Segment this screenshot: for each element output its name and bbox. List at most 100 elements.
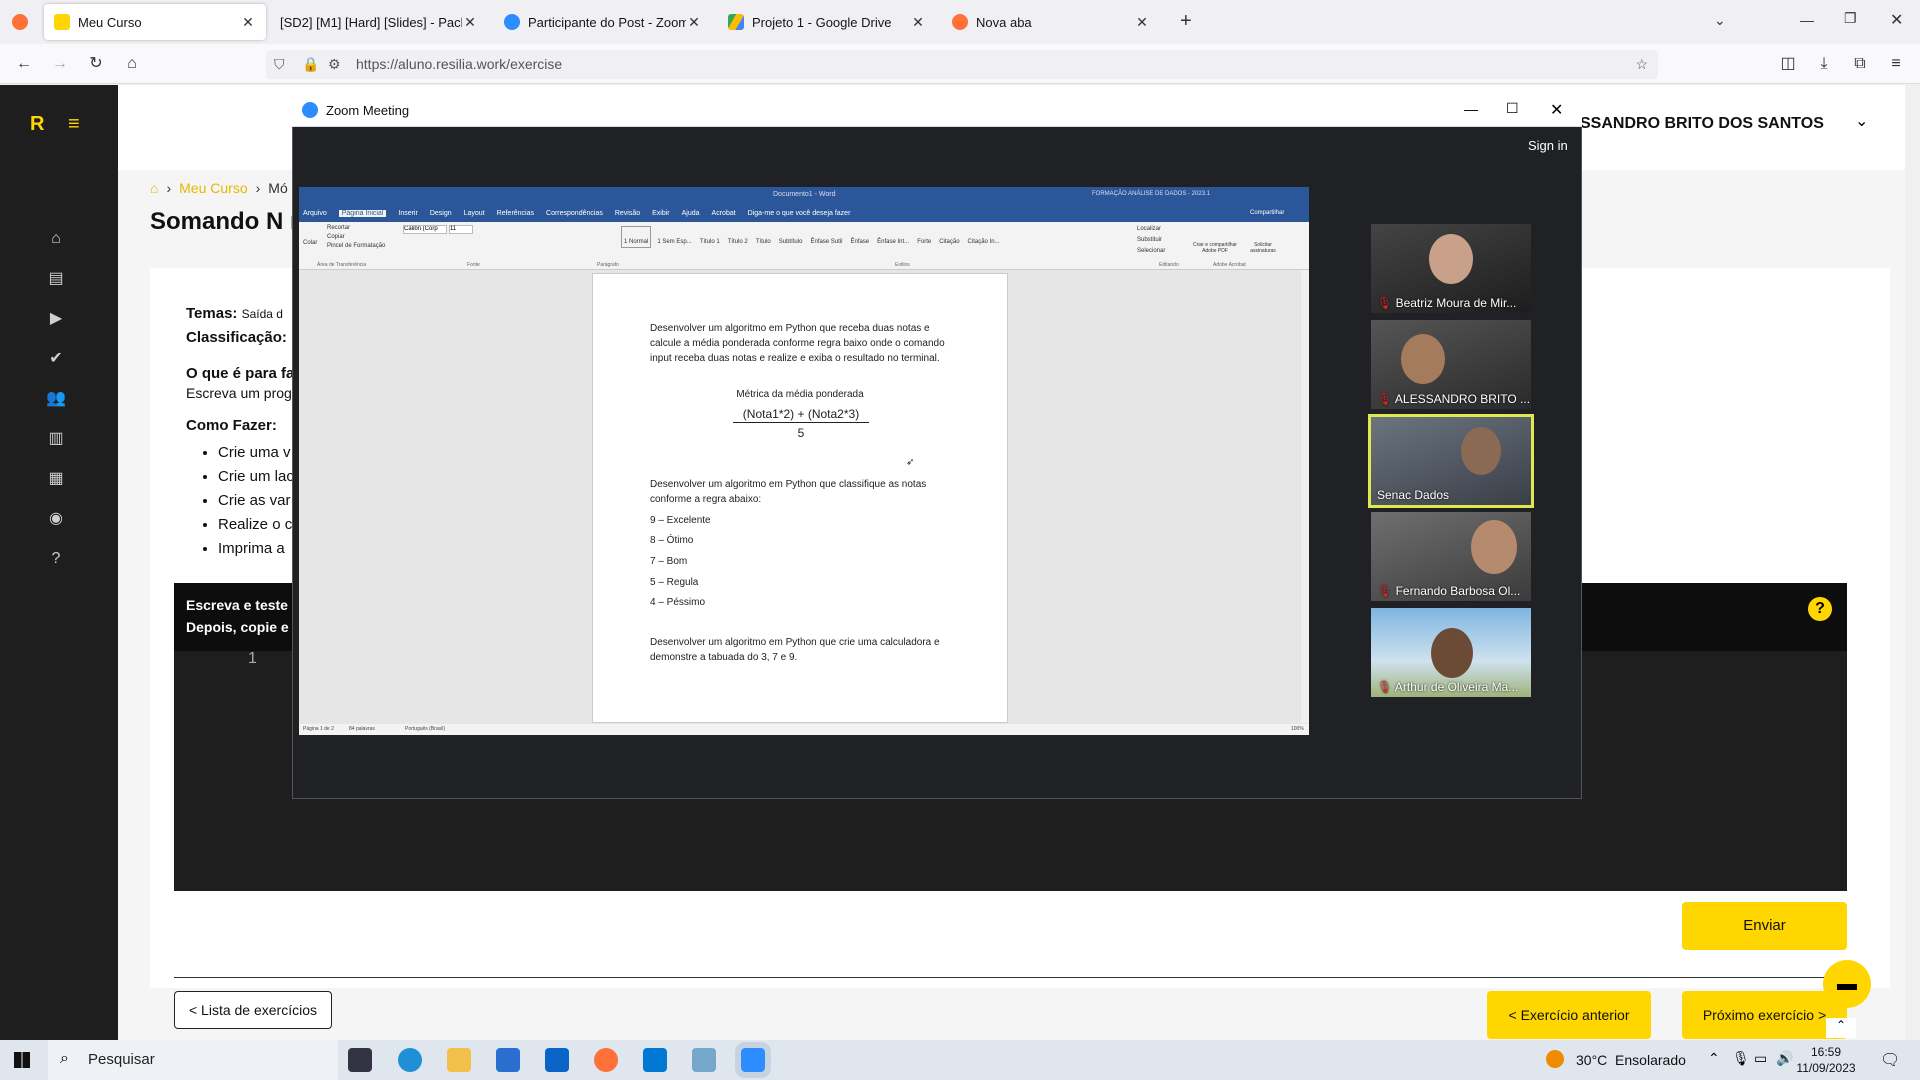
users-icon[interactable]: 👥	[46, 389, 66, 409]
vscode-icon[interactable]	[643, 1048, 667, 1072]
font-size-selector[interactable]: 11	[449, 225, 473, 234]
word-menu-item[interactable]: Arquivo	[303, 210, 327, 217]
close-icon[interactable]: ✕	[1134, 14, 1150, 31]
clipboard-check-icon[interactable]: ✔	[46, 349, 66, 369]
page-scrollbar[interactable]	[1905, 85, 1920, 1040]
participant-tile[interactable]: 🎙 Fernando Barbosa Ol...	[1371, 512, 1531, 601]
notifications-icon[interactable]: 🗨	[1880, 1050, 1900, 1070]
hamburger-icon[interactable]: ≡	[68, 113, 80, 136]
word-menu-item[interactable]: Design	[430, 210, 452, 217]
style-item[interactable]: 1 Sem Esp...	[655, 226, 693, 248]
close-icon[interactable]: ✕	[462, 14, 478, 31]
style-item[interactable]: Ênfase Int...	[875, 226, 911, 248]
word-menu-item[interactable]: Diga-me o que você deseja fazer	[748, 210, 851, 217]
chart-icon[interactable]: ▥	[46, 429, 66, 449]
forward-icon[interactable]: →	[48, 52, 72, 76]
word-menu-item[interactable]: Correspondências	[546, 210, 603, 217]
word-menu-item[interactable]: Exibir	[652, 210, 670, 217]
style-item[interactable]: Título	[754, 226, 773, 248]
style-item[interactable]: Ênfase	[848, 226, 871, 248]
font-selector[interactable]: Calibri (Corp	[403, 225, 447, 234]
menu-icon[interactable]: ≡	[1884, 52, 1908, 76]
pocket-icon[interactable]: ◫	[1776, 52, 1800, 76]
minimize-icon[interactable]: —	[1464, 101, 1478, 117]
bookmark-star-icon[interactable]: ☆	[1635, 50, 1648, 79]
new-tab-icon[interactable]: +	[1180, 10, 1192, 33]
clock[interactable]: 16:59 11/09/2023	[1796, 1044, 1856, 1076]
zoom-sign-in[interactable]: Sign in	[1528, 138, 1568, 153]
word-menu-item[interactable]: Ajuda	[682, 210, 700, 217]
close-icon[interactable]: ✕	[240, 14, 256, 31]
close-icon[interactable]: ✕	[910, 14, 926, 31]
style-item[interactable]: Título 1	[698, 226, 722, 248]
taskbar-search[interactable]: ⌕ Pesquisar	[48, 1040, 338, 1080]
close-window-icon[interactable]: ✕	[1890, 10, 1903, 30]
style-item[interactable]: Forte	[915, 226, 933, 248]
network-icon[interactable]: ▭	[1754, 1050, 1767, 1067]
style-item[interactable]: Título 2	[726, 226, 750, 248]
tab-nova-aba[interactable]: Nova aba ✕	[942, 4, 1160, 40]
scroll-up-icon[interactable]: ⌃	[1826, 1018, 1856, 1038]
style-item[interactable]: Ênfase Sutil	[808, 226, 844, 248]
home-icon[interactable]: ⌂	[150, 180, 158, 196]
microphone-icon[interactable]: 🎙	[1732, 1050, 1750, 1067]
help-button[interactable]: ?	[1808, 597, 1832, 621]
tab-list-chevron-icon[interactable]: ⌄	[1714, 12, 1726, 29]
restore-icon[interactable]: ❐	[1844, 10, 1857, 27]
tab-drive[interactable]: Projeto 1 - Google Drive ✕	[718, 4, 936, 40]
windows-start-icon[interactable]	[14, 1052, 30, 1068]
word-menu-item[interactable]: Página Inicial	[338, 210, 387, 217]
firefox-icon[interactable]	[12, 14, 28, 30]
style-item[interactable]: Subtítulo	[777, 226, 805, 248]
logo[interactable]: R	[30, 113, 44, 136]
word-menu-item[interactable]: Inserir	[398, 210, 417, 217]
tab-zoom[interactable]: Participante do Post - Zoom ✕	[494, 4, 712, 40]
breadcrumb-meu-curso[interactable]: Meu Curso	[179, 180, 247, 196]
book-icon[interactable]: ▤	[46, 269, 66, 289]
word-menu-item[interactable]: Referências	[497, 210, 534, 217]
back-icon[interactable]: ←	[12, 52, 36, 76]
url-bar[interactable]: ⛉ 🔒 ⚙ https://aluno.resilia.work/exercis…	[266, 50, 1658, 79]
close-icon[interactable]: ✕	[686, 14, 702, 31]
participant-tile-active-speaker[interactable]: Senac Dados	[1368, 414, 1534, 508]
send-button[interactable]: Enviar	[1682, 902, 1847, 950]
word-scrollbar[interactable]	[1301, 270, 1309, 723]
maximize-icon[interactable]: ☐	[1506, 100, 1519, 117]
previous-exercise-button[interactable]: < Exercício anterior	[1487, 991, 1651, 1039]
style-item[interactable]: Citação	[937, 226, 961, 248]
document-icon[interactable]: ▦	[46, 469, 66, 489]
help-icon[interactable]: ?	[46, 549, 66, 569]
tab-slides[interactable]: [SD2] [M1] [Hard] [Slides] - Pack 2 - ✕	[270, 4, 488, 40]
mail-icon[interactable]	[545, 1048, 569, 1072]
firefox-icon[interactable]	[594, 1048, 618, 1072]
edge-icon[interactable]	[398, 1048, 422, 1072]
style-item[interactable]: Citação In...	[966, 226, 1002, 248]
store-icon[interactable]	[496, 1048, 520, 1072]
user-circle-icon[interactable]: ◉	[46, 509, 66, 529]
user-menu-chevron-icon[interactable]: ⌄	[1855, 111, 1868, 131]
word-share[interactable]: Compartilhar	[1250, 210, 1284, 216]
tray-chevron-icon[interactable]: ⌃	[1708, 1050, 1720, 1067]
word-menu-item[interactable]: Acrobat	[712, 210, 736, 217]
close-icon[interactable]: ✕	[1550, 100, 1563, 120]
next-exercise-button[interactable]: Próximo exercício >	[1682, 991, 1847, 1039]
task-view-icon[interactable]	[348, 1048, 372, 1072]
video-icon[interactable]: ▶	[46, 309, 66, 329]
downloads-icon[interactable]: ⤓	[1812, 52, 1836, 76]
word-menu-item[interactable]: Layout	[464, 210, 485, 217]
file-explorer-icon[interactable]	[447, 1048, 471, 1072]
extensions-icon[interactable]: ⧉	[1848, 52, 1872, 76]
participant-tile[interactable]: 🎙 ALESSANDRO BRITO ...	[1371, 320, 1531, 409]
chat-bubble-icon[interactable]: ▬	[1823, 960, 1871, 1008]
participant-tile[interactable]: 🎙 Beatriz Moura de Mir...	[1371, 224, 1531, 313]
home-icon[interactable]: ⌂	[120, 52, 144, 76]
participant-tile[interactable]: 🎙 Arthur de Oliveira Ma...	[1371, 608, 1531, 697]
weather-text[interactable]: 30°C Ensolarado	[1576, 1052, 1686, 1068]
breadcrumb-modulo[interactable]: Mó	[268, 180, 287, 196]
volume-icon[interactable]: 🔊	[1776, 1050, 1793, 1067]
zoom-icon[interactable]	[735, 1042, 771, 1078]
word-menu-item[interactable]: Revisão	[615, 210, 640, 217]
reload-icon[interactable]: ↻	[84, 52, 108, 76]
exercise-list-button[interactable]: < Lista de exercícios	[174, 991, 332, 1029]
notepad-icon[interactable]	[692, 1048, 716, 1072]
